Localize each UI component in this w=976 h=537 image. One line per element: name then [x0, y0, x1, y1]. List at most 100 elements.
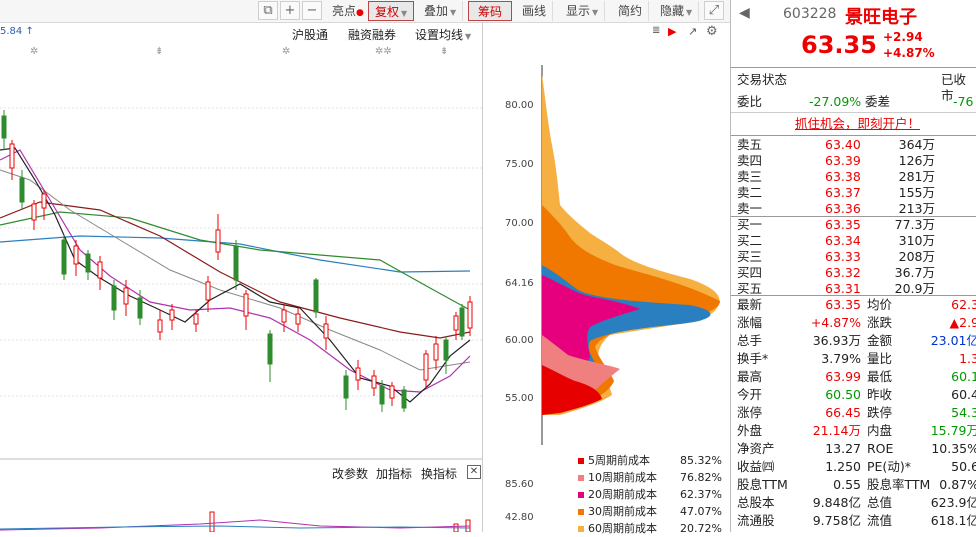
order-price: 63.40 [825, 137, 861, 152]
stat-label: 最新 [737, 297, 763, 312]
order-volume: 155万 [898, 185, 935, 200]
stat-value: 1.250 [825, 459, 861, 474]
price-tick: 60.00 [505, 335, 534, 346]
stat-label: 流值 [867, 513, 893, 528]
open-account-link[interactable]: 抓住机会，即刻开户！ [795, 116, 920, 132]
stat-value: 54.3 [951, 405, 976, 420]
order-volume: 208万 [898, 249, 935, 264]
hide-button[interactable]: 隐藏 ▼ [654, 1, 700, 21]
stat-value: 0.87% [939, 477, 976, 492]
last-price: 63.35 [801, 31, 877, 59]
stat-value: 60.1 [951, 369, 976, 384]
stat-label: 跌停 [867, 405, 893, 420]
stat-label: 流通股 [737, 513, 775, 528]
stat-value: 9.758亿 [812, 513, 861, 528]
zoom-out-button[interactable]: − [302, 1, 322, 20]
chips-button[interactable]: 筹码 [468, 1, 512, 21]
volume-pane [0, 511, 471, 532]
stat-value: 66.45 [825, 405, 861, 420]
stat-label: 总手 [737, 333, 763, 348]
add-indicator-link[interactable]: 加指标 [376, 465, 412, 482]
event-marker: ✲ [30, 46, 38, 57]
chip-tool-icon[interactable]: ↗ [688, 25, 697, 38]
order-level-label: 买四 [737, 265, 763, 280]
stat-label: 量比 [867, 351, 893, 366]
overlay-button[interactable]: 叠加 ▼ [418, 1, 464, 21]
chip-legend-row: 30周期前成本 47.07% [578, 503, 722, 520]
chip-legend-row: 10周期前成本 76.82% [578, 469, 722, 486]
kline-chart[interactable]: ✲ ⇟ ✲ ✲✲ ⇟ [0, 40, 482, 460]
volume-tick: 85.60 [505, 479, 534, 490]
switch-indicator-link[interactable]: 换指标 [421, 465, 457, 482]
event-marker: ⇟ [155, 46, 163, 57]
order-price: 63.33 [825, 249, 861, 264]
chip-menu-icon[interactable]: ≣ [652, 25, 660, 36]
close-indicator-icon[interactable]: ✕ [467, 465, 481, 479]
stat-label: 外盘 [737, 423, 763, 438]
legend-swatch [578, 475, 584, 481]
order-level-label: 买二 [737, 233, 763, 248]
legend-swatch [578, 458, 584, 464]
copy-icon[interactable]: ⧉ [258, 1, 278, 20]
price-tick: 80.00 [505, 100, 534, 111]
order-level-label: 卖四 [737, 153, 763, 168]
price-change: +2.94 [883, 30, 923, 44]
stat-label: 今开 [737, 387, 763, 402]
order-level-label: 卖二 [737, 185, 763, 200]
stat-value: 60.50 [825, 387, 861, 402]
draw-line-button[interactable]: 画线 [516, 1, 554, 21]
stat-label: 最高 [737, 369, 763, 384]
order-price: 63.37 [825, 185, 861, 200]
event-marker: ✲ [282, 46, 290, 57]
stat-value: 60.4 [951, 387, 976, 402]
stat-value: 62.3 [951, 297, 976, 312]
chip-settings-icon[interactable]: ⚙ [706, 24, 718, 39]
stat-label: 总股本 [737, 495, 775, 510]
change-params-link[interactable]: 改参数 [332, 465, 368, 482]
order-price: 63.38 [825, 169, 861, 184]
current-price-tick: 64.16 [505, 278, 534, 289]
price-change-pct: +4.87% [883, 46, 935, 60]
stat-value: 15.79万 [930, 423, 976, 438]
collapse-icon[interactable]: ◀ [739, 5, 750, 21]
zoom-in-button[interactable]: + [280, 1, 300, 20]
price-tick: 70.00 [505, 218, 534, 229]
chip-flag-icon[interactable]: ▶ [668, 25, 676, 38]
stat-label: ROE [867, 441, 894, 456]
order-volume: 126万 [898, 153, 935, 168]
quote-panel: ◀ 603228 景旺电子 63.35 +2.94 +4.87% 交易状态 已收… [730, 0, 976, 532]
order-volume: 77.3万 [894, 217, 935, 232]
legend-swatch [578, 509, 584, 515]
stat-value: 10.35% [931, 441, 976, 456]
volume-tick: 42.80 [505, 512, 534, 523]
stat-value: 63.35 [825, 297, 861, 312]
stat-value: 50.6 [951, 459, 976, 474]
legend-swatch [578, 526, 584, 532]
stat-label: 涨幅 [737, 315, 763, 330]
fullscreen-icon[interactable]: ⤢ [704, 1, 724, 20]
simple-button[interactable]: 简约 [612, 1, 650, 21]
order-level-label: 买一 [737, 217, 763, 232]
order-volume: 36.7万 [894, 265, 935, 280]
stat-label: 涨停 [737, 405, 763, 420]
divider [482, 22, 483, 532]
event-marker: ✲✲ [375, 46, 392, 57]
legend-swatch [578, 492, 584, 498]
weicha-label: 委差 [865, 94, 891, 109]
display-button[interactable]: 显示 ▼ [560, 1, 606, 21]
stat-value: 0.55 [833, 477, 861, 492]
stat-value: +4.87% [810, 315, 861, 330]
stat-label: 总值 [867, 495, 893, 510]
adjust-button[interactable]: 复权 ▼ [368, 1, 415, 21]
price-tick: 55.00 [505, 393, 534, 404]
stat-label: 涨跌 [867, 315, 893, 330]
stock-name: 景旺电子 [845, 7, 917, 28]
order-level-label: 买三 [737, 249, 763, 264]
stat-value: 623.9亿 [930, 495, 976, 510]
order-volume: 364万 [898, 137, 935, 152]
weicha-value: -76 [953, 94, 974, 109]
stat-value: 13.27 [825, 441, 861, 456]
order-volume: 310万 [898, 233, 935, 248]
order-price: 63.34 [825, 233, 861, 248]
highlight-button[interactable]: 亮点● [326, 1, 371, 21]
